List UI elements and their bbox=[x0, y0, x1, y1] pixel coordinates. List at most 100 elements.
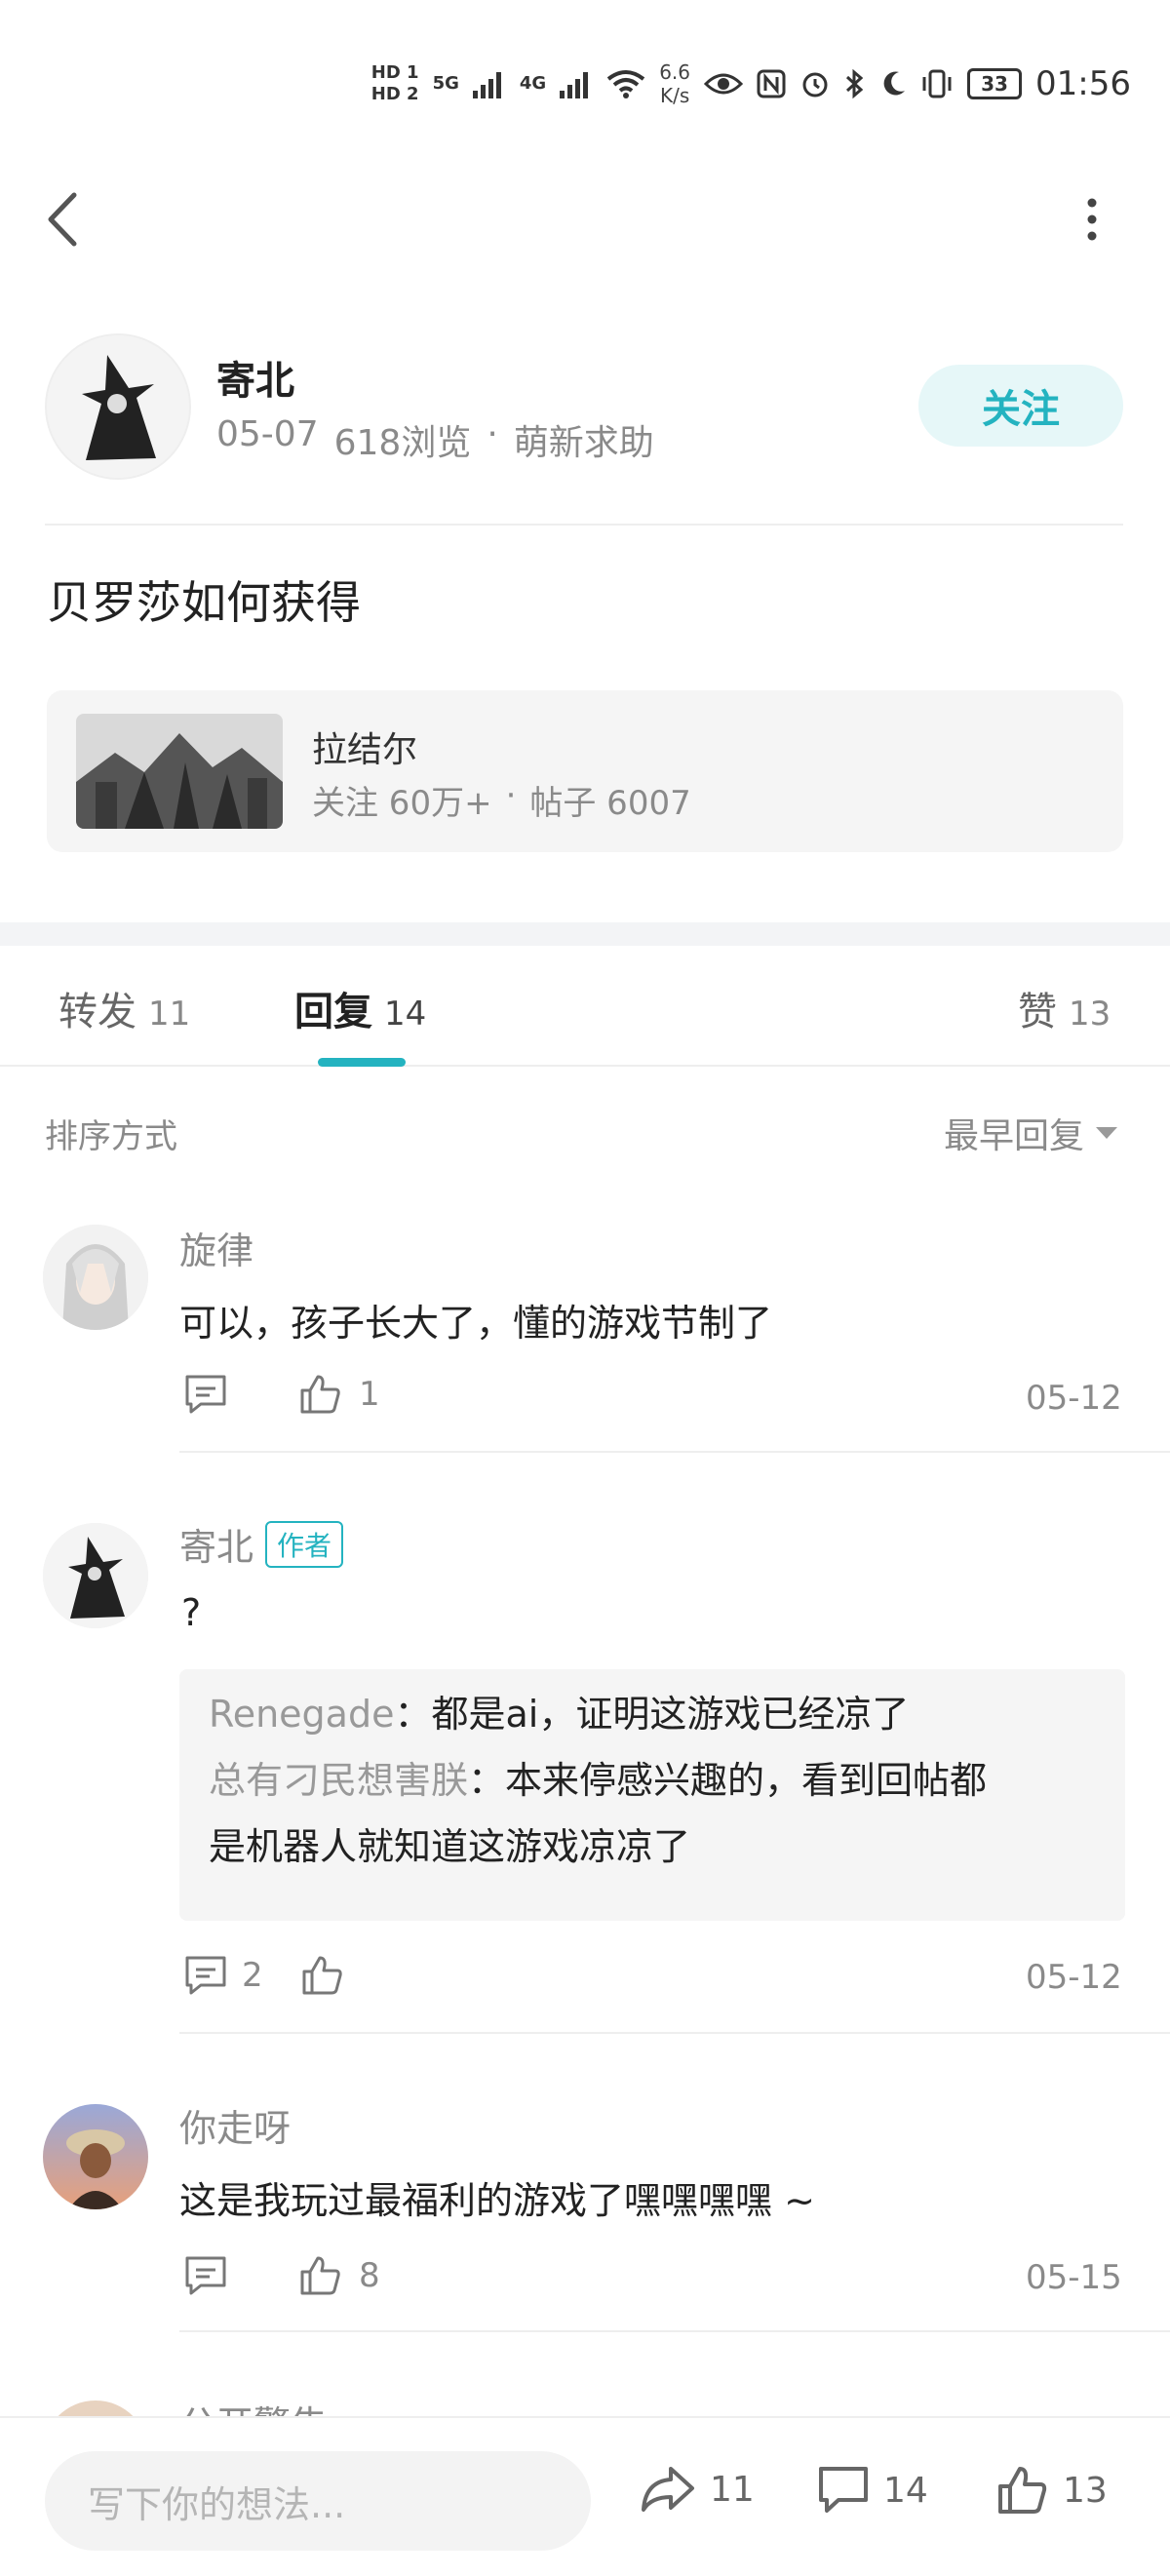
avatar-image bbox=[47, 335, 189, 478]
follow-button[interactable]: 关注 bbox=[918, 365, 1123, 447]
comment-divider bbox=[179, 2330, 1170, 2332]
signal-icon bbox=[560, 72, 589, 98]
post-views: 618浏览 bbox=[333, 423, 472, 463]
post-title: 贝罗莎如何获得 bbox=[47, 576, 361, 629]
tab-likes-label: 赞 bbox=[1018, 990, 1057, 1034]
comment-divider bbox=[179, 2032, 1170, 2034]
comment-icon bbox=[819, 2467, 868, 2513]
status-icons: HD 1 HD 2 5G 4G 6.6 K/s 33 01:56 bbox=[371, 60, 1131, 107]
quote-username[interactable]: Renegade bbox=[209, 1693, 394, 1736]
share-button[interactable]: 11 bbox=[640, 2465, 755, 2514]
comment-avatar[interactable] bbox=[43, 1225, 148, 1330]
sim-indicators: HD 1 HD 2 bbox=[371, 64, 419, 103]
more-icon[interactable] bbox=[1072, 195, 1112, 244]
tab-replies-label: 回复 bbox=[294, 990, 372, 1034]
comment-date: 05-15 bbox=[1026, 2258, 1122, 2297]
comment-date: 05-12 bbox=[1026, 1379, 1122, 1418]
post-category[interactable]: 萌新求助 bbox=[514, 414, 654, 465]
comment-text: ? bbox=[181, 1591, 202, 1634]
speed-value: 6.6 bbox=[659, 60, 691, 84]
clock: 01:56 bbox=[1035, 64, 1131, 103]
battery-icon: 33 bbox=[967, 68, 1023, 99]
stats-separator: · bbox=[505, 776, 517, 815]
network-5g-label: 5G bbox=[432, 73, 459, 94]
comment-divider bbox=[179, 1451, 1170, 1453]
moon-icon bbox=[883, 71, 906, 96]
meta-separator: · bbox=[487, 414, 498, 454]
comment-actions: 1 bbox=[183, 1373, 380, 1416]
like-button[interactable]: 13 bbox=[996, 2465, 1108, 2516]
quote-separator: ： bbox=[468, 1759, 506, 1802]
quoted-reply: Renegade：都是ai，证明这游戏已经凉了 bbox=[209, 1687, 909, 1741]
sim2-label: HD 2 bbox=[370, 84, 419, 104]
forum-stats: 关注 60万+ · 帖子 6007 bbox=[312, 776, 691, 824]
tab-likes[interactable]: 赞 13 bbox=[1018, 980, 1111, 1036]
comment-avatar[interactable] bbox=[43, 1523, 148, 1628]
reply-icon[interactable] bbox=[183, 2254, 228, 2297]
forum-thumbnail bbox=[76, 714, 283, 829]
comment-count: 14 bbox=[883, 2470, 928, 2511]
speed-unit: K/s bbox=[659, 84, 690, 107]
comment-date: 05-12 bbox=[1026, 1958, 1122, 1997]
tab-replies-count: 14 bbox=[384, 995, 427, 1034]
quote-username[interactable]: 总有刁民想害朕 bbox=[209, 1759, 468, 1802]
like-count: 13 bbox=[1063, 2470, 1108, 2511]
back-icon[interactable] bbox=[39, 185, 88, 254]
signal-icon bbox=[472, 72, 501, 98]
comment-avatar[interactable] bbox=[43, 2104, 148, 2209]
like-icon[interactable] bbox=[298, 2254, 343, 2297]
like-count: 8 bbox=[359, 2256, 380, 2295]
comment-actions: 2 bbox=[183, 1954, 361, 1997]
eye-icon bbox=[704, 73, 744, 95]
active-tab-indicator bbox=[318, 1058, 406, 1067]
reply-icon[interactable] bbox=[183, 1954, 228, 1997]
comment-button[interactable]: 14 bbox=[817, 2465, 928, 2516]
divider bbox=[45, 524, 1123, 526]
share-icon bbox=[642, 2467, 694, 2512]
sort-label: 排序方式 bbox=[45, 1117, 177, 1156]
comment-actions: 8 bbox=[183, 2254, 380, 2297]
comment-text: 可以，孩子长大了，懂的游戏节制了 bbox=[179, 1302, 773, 1345]
tab-share-count: 11 bbox=[148, 995, 191, 1034]
quoted-replies[interactable]: Renegade：都是ai，证明这游戏已经凉了 总有刁民想害朕：本来停感兴趣的，… bbox=[179, 1669, 1125, 1921]
nfc-icon bbox=[757, 69, 786, 98]
comment-username[interactable]: 你走呀 bbox=[179, 2098, 291, 2152]
comment-username[interactable]: 旋律 bbox=[179, 1221, 254, 1274]
sort-value: 最早回复 bbox=[944, 1116, 1085, 1156]
tab-replies[interactable]: 回复 14 bbox=[294, 980, 426, 1036]
share-count: 11 bbox=[710, 2469, 755, 2510]
tab-share[interactable]: 转发 11 bbox=[58, 980, 190, 1036]
status-bar: HD 1 HD 2 5G 4G 6.6 K/s 33 01:56 bbox=[0, 0, 1170, 137]
quote-text: 本来停感兴趣的，看到回帖都 bbox=[505, 1759, 988, 1802]
network-4g-label: 4G bbox=[519, 73, 547, 94]
post-date: 05-07 bbox=[216, 414, 319, 454]
like-icon[interactable] bbox=[300, 1954, 345, 1997]
quote-separator: ： bbox=[394, 1693, 432, 1736]
like-icon[interactable] bbox=[298, 1373, 343, 1416]
sim1-label: HD 1 bbox=[370, 62, 419, 83]
forum-card[interactable]: 拉结尔 关注 60万+ · 帖子 6007 bbox=[47, 690, 1123, 852]
tab-share-label: 转发 bbox=[58, 990, 136, 1034]
sort-dropdown[interactable]: 最早回复 bbox=[944, 1108, 1119, 1158]
author-name[interactable]: 寄北 bbox=[216, 349, 294, 406]
quote-text-line2: 是机器人就知道这游戏凉凉了 bbox=[209, 1825, 691, 1868]
vibrate-icon bbox=[922, 69, 952, 98]
reply-count: 2 bbox=[242, 1956, 263, 1995]
forum-followers: 关注 60万+ bbox=[312, 784, 492, 823]
comment-text: 这是我玩过最福利的游戏了嘿嘿嘿嘿 ~ bbox=[179, 2179, 815, 2222]
caret-down-icon bbox=[1096, 1127, 1118, 1139]
author-badge: 作者 bbox=[265, 1520, 344, 1568]
quoted-reply: 总有刁民想害朕：本来停感兴趣的，看到回帖都 bbox=[209, 1753, 987, 1808]
bottom-action-bar: 写下你的想法... 11 14 13 bbox=[0, 2416, 1170, 2576]
post-meta: 05-07 618浏览 · 萌新求助 bbox=[216, 414, 654, 465]
reply-icon[interactable] bbox=[183, 1373, 228, 1416]
quoted-reply-continued: 是机器人就知道这游戏凉凉了 bbox=[209, 1819, 690, 1874]
comment-input[interactable]: 写下你的想法... bbox=[45, 2451, 591, 2551]
tab-likes-count: 13 bbox=[1069, 995, 1112, 1034]
comment-header: 寄北 作者 bbox=[179, 1517, 344, 1571]
bluetooth-icon bbox=[845, 68, 864, 99]
comment-username[interactable]: 寄北 bbox=[179, 1517, 254, 1571]
author-avatar[interactable] bbox=[45, 333, 191, 480]
quote-text: 都是ai，证明这游戏已经凉了 bbox=[431, 1693, 910, 1736]
like-count: 1 bbox=[359, 1375, 380, 1414]
